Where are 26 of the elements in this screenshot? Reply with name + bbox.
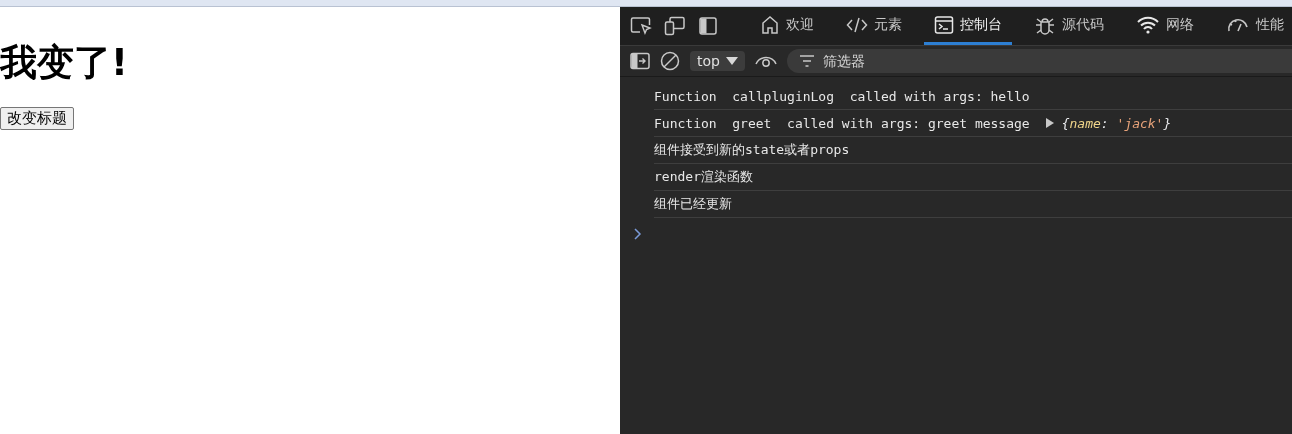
- expand-icon[interactable]: [1045, 118, 1054, 128]
- panel-icon[interactable]: [698, 16, 718, 36]
- house-icon: [760, 14, 780, 35]
- sidebar-toggle-icon[interactable]: [630, 52, 650, 70]
- console-message: 组件已经更新: [654, 195, 732, 213]
- console-message: render渲染函数: [654, 168, 753, 186]
- console-message: Function callpluginLog called with args: hello: [654, 88, 1030, 104]
- devtools-tab[interactable]: 元素: [836, 7, 912, 45]
- devtools-tab[interactable]: 性能: [1216, 7, 1292, 45]
- terminal-icon: [934, 14, 954, 35]
- console-message: Function greet called with args: greet message: [654, 115, 1030, 131]
- prompt-icon[interactable]: [634, 228, 642, 240]
- dropdown-caret-icon: [725, 56, 738, 66]
- filter-field[interactable]: 筛选器: [786, 49, 1292, 73]
- inspect-icon[interactable]: [630, 16, 652, 36]
- clear-console-icon[interactable]: [660, 51, 680, 71]
- filter-icon: [798, 55, 815, 67]
- change-title-button[interactable]: 改变标题: [0, 107, 74, 131]
- devtools-tab[interactable]: 欢迎: [750, 7, 824, 45]
- device-icon[interactable]: [664, 16, 686, 36]
- context-dropdown[interactable]: top: [690, 51, 745, 71]
- wifi-icon: [1136, 14, 1160, 35]
- devtools-tab[interactable]: 源代码: [1024, 7, 1114, 45]
- devtools-tab[interactable]: 网络: [1126, 7, 1204, 45]
- console-message: 组件接受到新的state或者props: [654, 141, 850, 159]
- object-preview[interactable]: {name: 'jack'}: [1061, 115, 1172, 131]
